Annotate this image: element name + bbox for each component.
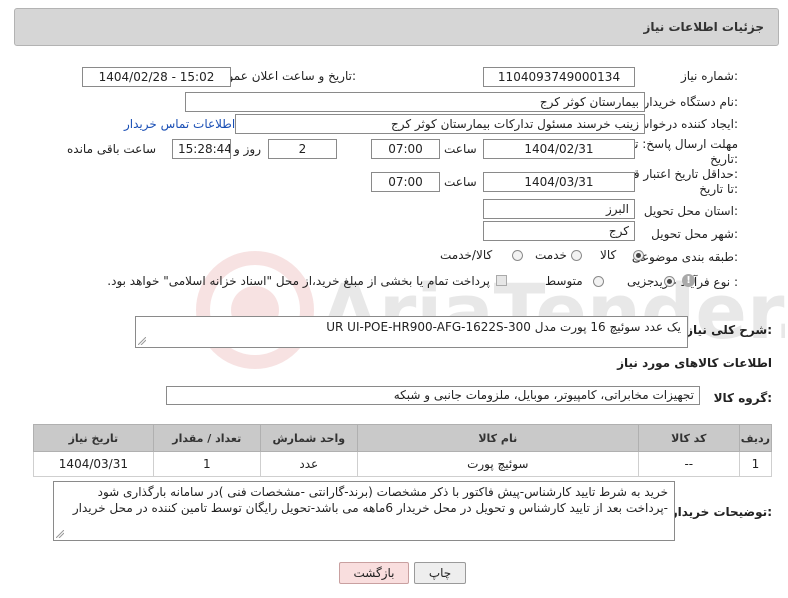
buyer-field: بیمارستان کوثر کرج (185, 92, 645, 112)
validity-label-date: تا تاریخ: (699, 182, 738, 196)
days-label: روز و (234, 142, 261, 156)
city-field: کرج (483, 221, 635, 241)
need-number-label: شماره نیاز: (680, 69, 738, 83)
category-option-goods: کالا (600, 248, 617, 262)
goods-table: ردیف کد کالا نام کالا واحد شمارش تعداد /… (33, 424, 773, 477)
description-label: شرح کلی نیاز: (686, 323, 772, 337)
print-button[interactable]: چاپ (414, 562, 466, 584)
province-field: البرز (483, 199, 635, 219)
description-field: یک عدد سوئیچ 16 پورت مدل UR UI-POE-HR900… (135, 316, 688, 348)
process-option-medium: متوسط (545, 274, 583, 288)
cell-unit: عدد (259, 451, 358, 477)
goods-table-header: ردیف کد کالا نام کالا واحد شمارش تعداد /… (33, 424, 773, 452)
process-radio-minor[interactable] (664, 276, 675, 287)
page-title: جزئیات اطلاعات نیاز (643, 20, 764, 34)
col-row: ردیف (738, 424, 773, 452)
cell-need-date: 1404/03/31 (33, 451, 154, 477)
info-icon[interactable]: ! (682, 274, 695, 287)
cell-code: -- (637, 451, 740, 477)
col-name: نام کالا (356, 424, 639, 452)
buyer-notes-field: خرید به شرط تایید کارشناس-پیش فاکتور با … (53, 481, 675, 541)
creator-field: زینب خرسند مسئول تدارکات بیمارستان کوثر … (235, 114, 645, 134)
buyer-notes-label: توضیحات خریدار: (670, 505, 772, 519)
validity-time-field: 07:00 (371, 172, 440, 192)
province-label: استان محل تحویل: (643, 204, 738, 218)
buyer-notes-text: خرید به شرط تایید کارشناس-پیش فاکتور با … (72, 485, 668, 515)
description-text: یک عدد سوئیچ 16 پورت مدل UR UI-POE-HR900… (326, 320, 681, 334)
category-option-service: خدمت (535, 248, 567, 262)
cell-row: 1 (738, 451, 773, 477)
col-quantity: تعداد / مقدار (152, 424, 261, 452)
back-button[interactable]: بازگشت (339, 562, 409, 584)
remaining-time-field: 15:28:44 (172, 139, 231, 159)
buyer-contact-link[interactable]: اطلاعات تماس خریدار (124, 117, 235, 131)
deadline-label-date: تاریخ: (710, 152, 738, 166)
announce-label: تاریخ و ساعت اعلان عمومی: (211, 69, 356, 83)
category-radio-goods[interactable] (633, 250, 644, 261)
deadline-time-label: ساعت (444, 142, 477, 156)
buyer-label: نام دستگاه خریدار: (643, 95, 739, 109)
cell-name: سوئیچ پورت (356, 451, 639, 477)
category-option-goods-service: کالا/خدمت (440, 248, 493, 262)
category-label: طبقه بندی موضوعی: (631, 250, 738, 264)
resize-grip-icon[interactable] (138, 337, 146, 345)
announce-field: 1404/02/28 - 15:02 (82, 67, 231, 87)
category-radio-goods-service[interactable] (512, 250, 523, 261)
col-unit: واحد شمارش (259, 424, 358, 452)
days-remaining-field: 2 (268, 139, 337, 159)
deadline-label: مهلت ارسال پاسخ: تا (631, 137, 738, 151)
treasury-payment-note: پرداخت تمام یا بخشی از مبلغ خرید،از محل … (107, 274, 490, 288)
process-option-minor: جزیی (627, 274, 655, 288)
col-code: کد کالا (637, 424, 740, 452)
col-need-date: تاریخ نیاز (33, 424, 154, 452)
category-radio-service[interactable] (571, 250, 582, 261)
goods-group-label: گروه کالا: (713, 391, 772, 405)
treasury-payment-checkbox[interactable] (496, 275, 507, 286)
goods-group-field: تجهیزات مخابراتی، کامپیوتر، موبایل، ملزو… (166, 386, 700, 405)
remaining-time-label: ساعت باقی مانده (67, 142, 157, 156)
validity-date-field: 1404/03/31 (483, 172, 635, 192)
validity-time-label: ساعت (444, 175, 477, 189)
process-radio-medium[interactable] (593, 276, 604, 287)
city-label: شهر محل تحویل: (651, 227, 738, 241)
deadline-date-field: 1404/02/31 (483, 139, 635, 159)
cell-quantity: 1 (152, 451, 261, 477)
resize-grip-icon[interactable] (56, 530, 64, 538)
details-header-panel: جزئیات اطلاعات نیاز (14, 8, 779, 46)
table-row: 1 -- سوئیچ پورت عدد 1 1404/03/31 (33, 451, 773, 477)
deadline-time-field: 07:00 (371, 139, 440, 159)
goods-section-title: اطلاعات کالاهای مورد نیاز (617, 356, 772, 370)
need-number-field: 1104093749000134 (483, 67, 635, 87)
